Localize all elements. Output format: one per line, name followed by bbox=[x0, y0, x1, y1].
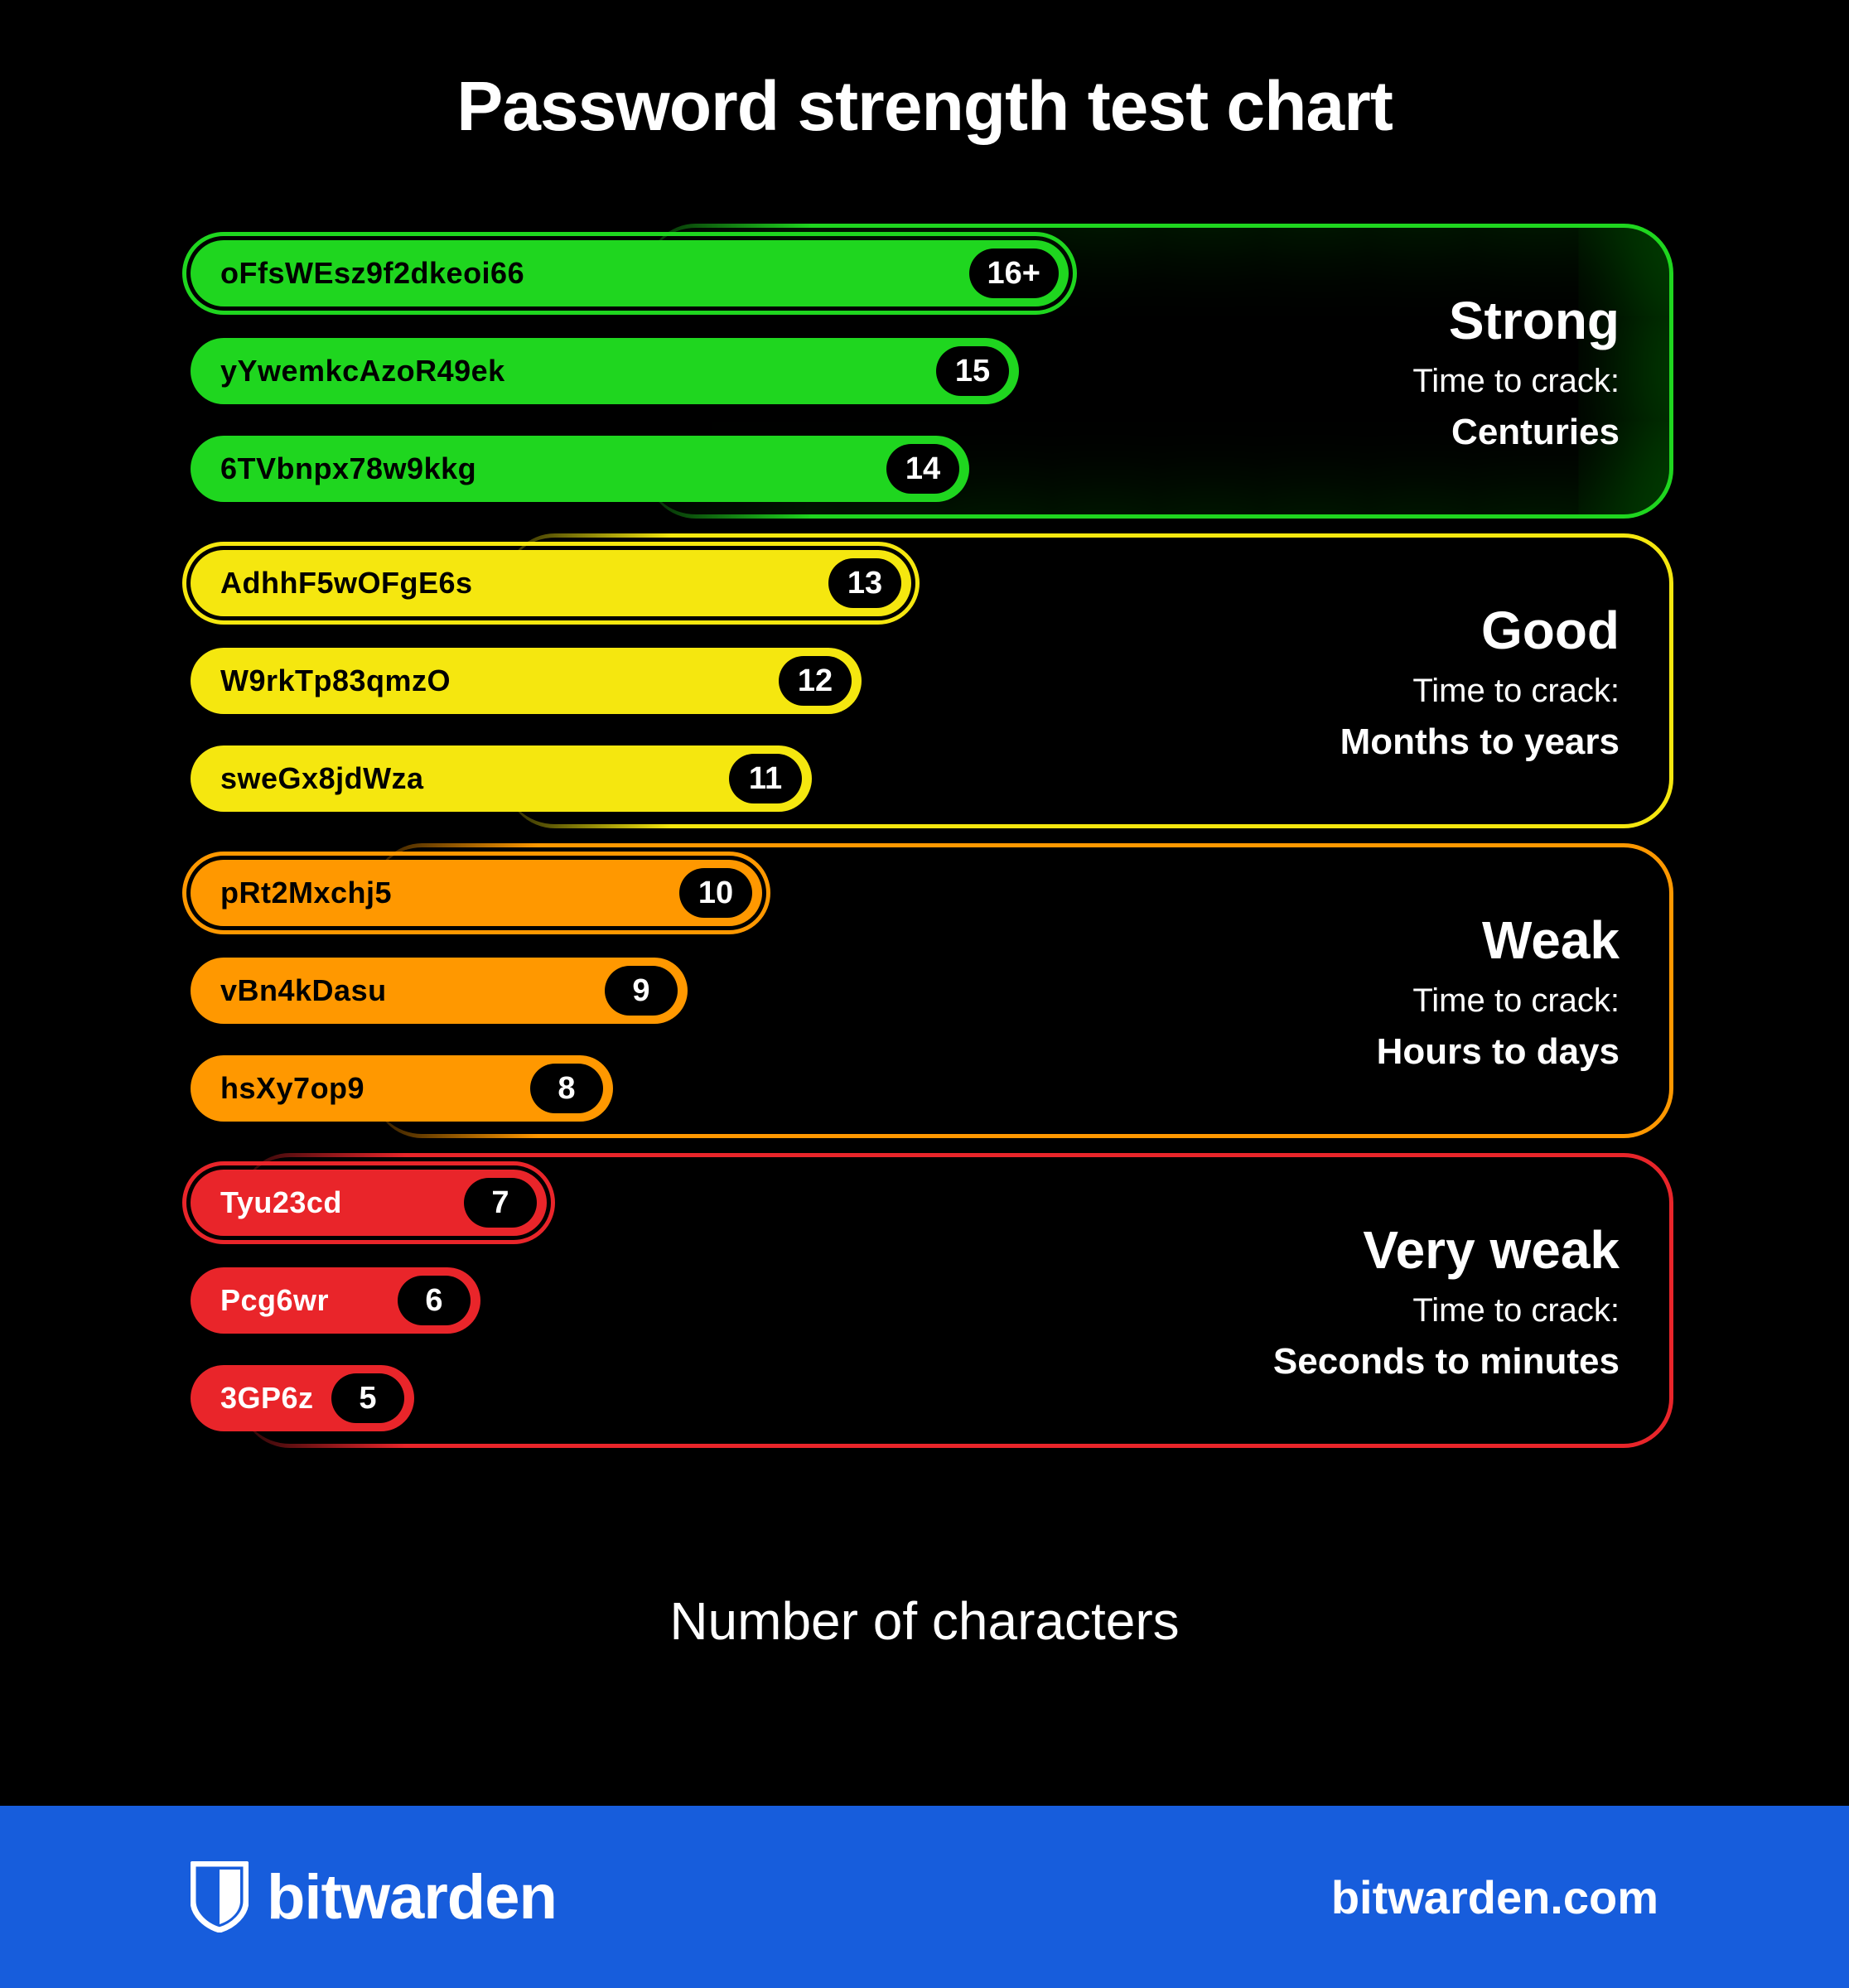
password-sample: oFfsWEsz9f2dkeoi66 bbox=[220, 256, 524, 291]
char-count-badge: 15 bbox=[936, 346, 1009, 396]
password-sample: hsXy7op9 bbox=[220, 1071, 364, 1106]
bars-wrap: Tyu23cd 7 Pcg6wr 6 3GP6z 5 bbox=[191, 1170, 1673, 1431]
password-bar: oFfsWEsz9f2dkeoi66 16+ bbox=[191, 240, 1069, 306]
shield-icon bbox=[191, 1861, 249, 1933]
char-count-badge: 12 bbox=[779, 656, 852, 706]
password-bar: pRt2Mxchj5 10 bbox=[191, 860, 762, 926]
password-sample: AdhhF5wOFgE6s bbox=[220, 566, 473, 601]
password-bar: AdhhF5wOFgE6s 13 bbox=[191, 550, 911, 616]
char-count-badge: 9 bbox=[605, 966, 678, 1016]
bars-wrap: AdhhF5wOFgE6s 13 W9rkTp83qmzO 12 sweGx8jdWza… bbox=[191, 550, 1673, 812]
x-axis-label: Number of characters bbox=[0, 1590, 1849, 1652]
password-sample: sweGx8jdWza bbox=[220, 761, 424, 796]
password-bar: sweGx8jdWza 11 bbox=[191, 746, 812, 812]
password-bar: yYwemkcAzoR49ek 15 bbox=[191, 338, 1019, 404]
char-count-badge: 16+ bbox=[969, 248, 1059, 298]
brand-name: bitwarden bbox=[267, 1861, 557, 1933]
password-sample: W9rkTp83qmzO bbox=[220, 663, 451, 698]
page-title: Password strength test chart bbox=[0, 0, 1849, 147]
password-sample: vBn4kDasu bbox=[220, 973, 387, 1008]
char-count-badge: 5 bbox=[331, 1373, 404, 1423]
page-root: Password strength test chart StrongTime … bbox=[0, 0, 1849, 1988]
password-sample: 3GP6z bbox=[220, 1381, 314, 1416]
password-bar: Tyu23cd 7 bbox=[191, 1170, 547, 1236]
password-bar: 3GP6z 5 bbox=[191, 1365, 414, 1431]
bars-wrap: oFfsWEsz9f2dkeoi66 16+ yYwemkcAzoR49ek 15 6T… bbox=[191, 240, 1673, 502]
bars-wrap: pRt2Mxchj5 10 vBn4kDasu 9 hsXy7op9 8 bbox=[191, 860, 1673, 1122]
password-sample: Pcg6wr bbox=[220, 1283, 329, 1318]
char-count-badge: 8 bbox=[530, 1064, 603, 1113]
password-sample: pRt2Mxchj5 bbox=[220, 876, 392, 910]
password-bar: W9rkTp83qmzO 12 bbox=[191, 648, 862, 714]
char-count-badge: 11 bbox=[729, 754, 802, 803]
password-bar: vBn4kDasu 9 bbox=[191, 958, 688, 1024]
strength-group: StrongTime to crack:CenturiesoFfsWEsz9f2… bbox=[191, 224, 1673, 519]
char-count-badge: 7 bbox=[464, 1178, 537, 1228]
password-sample: Tyu23cd bbox=[220, 1185, 342, 1220]
brand: bitwarden bbox=[191, 1861, 557, 1933]
password-bar: Pcg6wr 6 bbox=[191, 1267, 480, 1334]
chart-area: StrongTime to crack:CenturiesoFfsWEsz9f2… bbox=[191, 224, 1673, 1463]
char-count-badge: 10 bbox=[679, 868, 752, 918]
char-count-badge: 13 bbox=[828, 558, 901, 608]
brand-url: bitwarden.com bbox=[1331, 1870, 1658, 1924]
password-sample: 6TVbnpx78w9kkg bbox=[220, 451, 476, 486]
password-bar: 6TVbnpx78w9kkg 14 bbox=[191, 436, 969, 502]
password-sample: yYwemkcAzoR49ek bbox=[220, 354, 505, 388]
strength-group: WeakTime to crack:Hours to dayspRt2Mxchj… bbox=[191, 843, 1673, 1138]
strength-group: Very weakTime to crack:Seconds to minute… bbox=[191, 1153, 1673, 1448]
char-count-badge: 6 bbox=[398, 1276, 471, 1325]
footer: bitwarden bitwarden.com bbox=[0, 1806, 1849, 1988]
password-bar: hsXy7op9 8 bbox=[191, 1055, 613, 1122]
strength-group: GoodTime to crack:Months to yearsAdhhF5w… bbox=[191, 533, 1673, 828]
char-count-badge: 14 bbox=[886, 444, 959, 494]
